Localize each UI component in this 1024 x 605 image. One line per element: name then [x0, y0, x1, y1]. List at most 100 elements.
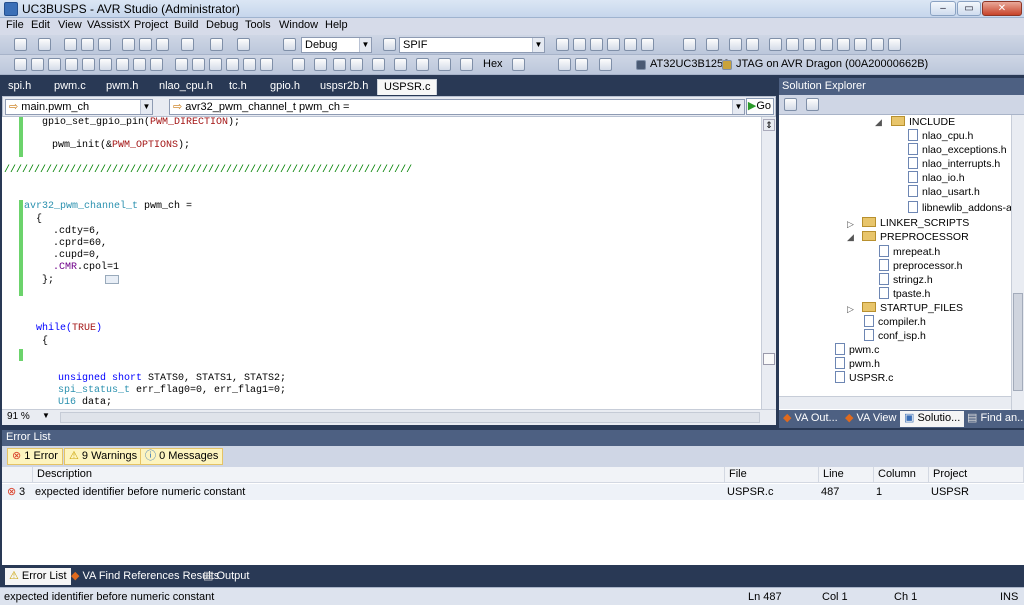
settings-icon[interactable] [624, 38, 637, 51]
menu-file[interactable]: File [6, 19, 24, 31]
reset-icon[interactable] [460, 58, 473, 71]
paste-icon[interactable] [156, 38, 169, 51]
tree-item[interactable]: pwm.h [835, 357, 880, 371]
tab-nlao-cpu-h[interactable]: nlao_cpu.h [159, 79, 213, 95]
minimize-button[interactable]: – [930, 1, 956, 16]
tab-va-view[interactable]: ◆ VA View [845, 411, 896, 427]
solution-horizontal-scrollbar[interactable] [779, 396, 1011, 409]
search-icon[interactable] [871, 38, 884, 51]
menu-help[interactable]: Help [325, 19, 348, 31]
run-icon[interactable] [350, 58, 363, 71]
prev-bookmark-icon[interactable] [786, 38, 799, 51]
windows-icon[interactable] [512, 58, 525, 71]
find-combo[interactable]: SPIF ▼ [399, 37, 545, 53]
expand-icon[interactable]: ◢ [847, 232, 854, 243]
object-browser-icon[interactable] [607, 38, 620, 51]
tree-folder-startup-files[interactable]: STARTUP_FILES [862, 301, 963, 315]
trace-icon[interactable] [599, 58, 612, 71]
tab-tc-h[interactable]: tc.h [229, 79, 247, 95]
io-view-icon[interactable] [175, 58, 188, 71]
debug-tool-name[interactable]: JTAG on AVR Dragon (00A20000662B) [736, 58, 928, 70]
column-header-project[interactable]: Project [929, 467, 1024, 483]
zoom-icon[interactable] [888, 38, 901, 51]
save-icon[interactable] [81, 38, 94, 51]
scroll-thumb[interactable] [1013, 293, 1023, 391]
clean-icon[interactable] [48, 58, 61, 71]
add-item-icon[interactable] [38, 38, 51, 51]
step-into-icon[interactable] [372, 58, 385, 71]
close-button[interactable]: ✕ [982, 1, 1022, 16]
smart-tag-icon[interactable] [105, 275, 119, 284]
tree-item[interactable]: preprocessor.h [879, 259, 962, 273]
tree-item[interactable]: nlao_exceptions.h [908, 143, 1007, 157]
warnings-filter-button[interactable]: ⚠ 9 Warnings [64, 448, 143, 465]
collapse-icon[interactable]: ▷ [847, 219, 854, 230]
column-header-file[interactable]: File [725, 467, 819, 483]
tree-item[interactable]: compiler.h [864, 315, 926, 329]
find-in-files-icon[interactable] [383, 38, 396, 51]
tree-item[interactable]: nlao_interrupts.h [908, 157, 1000, 171]
solution-explorer-icon[interactable] [556, 38, 569, 51]
expand-icon[interactable]: ◢ [875, 117, 882, 128]
tree-item[interactable]: nlao_cpu.h [908, 129, 973, 143]
hex-toggle[interactable]: Hex [483, 58, 503, 70]
step-over-icon[interactable] [394, 58, 407, 71]
tree-item[interactable]: nlao_io.h [908, 171, 965, 185]
memory-view-icon[interactable] [558, 58, 571, 71]
tree-item[interactable]: mrepeat.h [879, 245, 940, 259]
register-view-icon[interactable] [575, 58, 588, 71]
rebuild-icon[interactable] [31, 58, 44, 71]
tab-va-outline[interactable]: ◆ VA Out... [783, 411, 838, 427]
column-header-description[interactable]: Description [33, 467, 725, 483]
disassembly-icon[interactable] [209, 58, 222, 71]
member-select[interactable]: ⇨ avr32_pwm_channel_t pwm_ch = ▼ [169, 99, 745, 115]
chevron-down-icon[interactable]: ▼ [42, 411, 50, 420]
go-button[interactable]: ▶Go [746, 98, 774, 115]
start-debug-icon[interactable] [283, 38, 296, 51]
tree-item[interactable]: nlao_usart.h [908, 185, 980, 199]
outline-icon[interactable] [837, 38, 850, 51]
tree-item[interactable]: libnewlib_addons-at32u [908, 201, 1011, 215]
menu-tools[interactable]: Tools [245, 19, 271, 31]
column-header-column[interactable]: Column [874, 467, 929, 483]
save-all-icon[interactable] [98, 38, 111, 51]
split-icon[interactable]: ⇕ [763, 119, 775, 131]
uncomment-icon[interactable] [746, 38, 759, 51]
cut-icon[interactable] [122, 38, 135, 51]
menu-window[interactable]: Window [279, 19, 318, 31]
copy-icon[interactable] [139, 38, 152, 51]
tab-uspsr2b-h[interactable]: uspsr2b.h [320, 79, 368, 95]
tab-solution-explorer[interactable]: ▣ Solutio... [900, 411, 965, 427]
device-name[interactable]: AT32UC3B1256 [650, 58, 729, 70]
configuration-select[interactable]: Debug ▼ [301, 37, 372, 53]
tab-uspsr-c[interactable]: USPSR.c [377, 79, 438, 95]
registers-icon[interactable] [150, 58, 163, 71]
scroll-thumb[interactable] [763, 353, 775, 365]
next-bookmark-icon[interactable] [803, 38, 816, 51]
watch-icon[interactable] [116, 58, 129, 71]
errors-filter-button[interactable]: ⊗ 1 Error [7, 448, 63, 465]
properties-icon[interactable] [784, 98, 797, 111]
tree-folder-preprocessor[interactable]: PREPROCESSOR [862, 230, 969, 244]
tree-folder-linker-scripts[interactable]: LINKER_SCRIPTS [862, 216, 969, 230]
tree-folder-include[interactable]: INCLUDE [891, 115, 955, 129]
tree-item[interactable]: conf_isp.h [864, 329, 926, 343]
tab-error-list[interactable]: ⚠ Error List [5, 568, 71, 585]
tree-item[interactable]: tpaste.h [879, 287, 930, 301]
menu-view[interactable]: View [58, 19, 82, 31]
menu-build[interactable]: Build [174, 19, 198, 31]
output-icon[interactable] [260, 58, 273, 71]
comment-icon[interactable] [729, 38, 742, 51]
run-to-cursor-icon[interactable] [438, 58, 451, 71]
build-icon[interactable] [14, 58, 27, 71]
tab-find-and-replace[interactable]: ▤ Find an... [967, 411, 1024, 427]
menu-project[interactable]: Project [134, 19, 168, 31]
tree-item[interactable]: pwm.c [835, 343, 879, 357]
new-project-icon[interactable] [14, 38, 27, 51]
show-all-files-icon[interactable] [806, 98, 819, 111]
pause-icon[interactable] [314, 58, 327, 71]
editor-horizontal-scrollbar[interactable] [60, 412, 760, 423]
tree-item[interactable]: USPSR.c [835, 371, 893, 385]
format-icon[interactable] [706, 38, 719, 51]
layout-icon[interactable] [641, 38, 654, 51]
